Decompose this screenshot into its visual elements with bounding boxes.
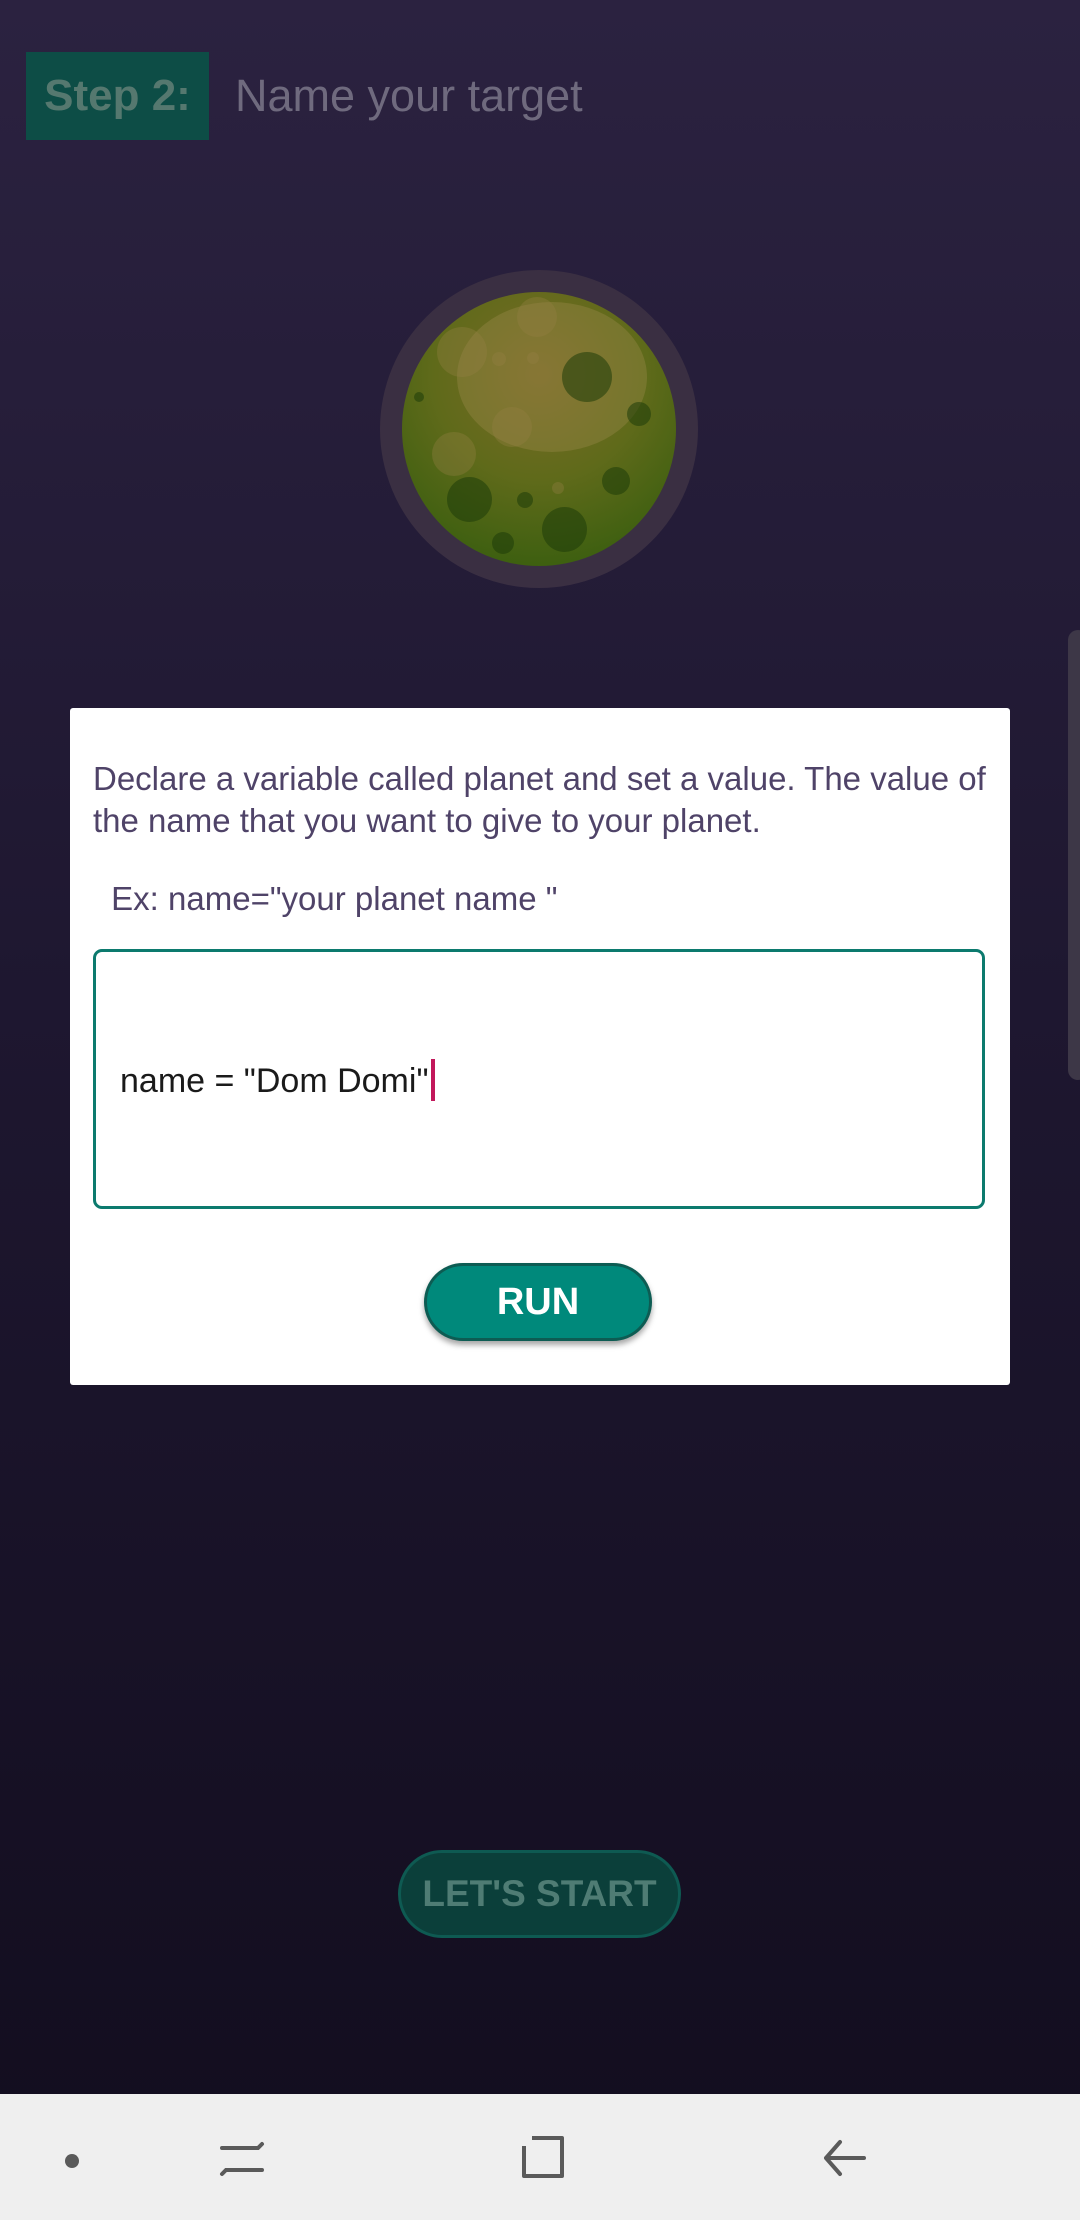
lets-start-button[interactable]: LET'S START	[398, 1850, 681, 1938]
run-button-label: RUN	[496, 1280, 580, 1323]
code-text: name = "Dom Domi"	[120, 1059, 435, 1104]
code-input[interactable]: name = "Dom Domi"	[93, 949, 985, 1209]
back-icon[interactable]	[822, 2134, 868, 2182]
planet-crater	[552, 482, 564, 494]
planet-crater	[542, 507, 587, 552]
recent-apps-icon[interactable]	[218, 2134, 266, 2184]
planet-crater	[447, 477, 492, 522]
planet-crater	[492, 532, 514, 554]
dialog-message: Declare a variable called planet and set…	[93, 760, 986, 839]
home-dot-icon[interactable]	[65, 2154, 79, 2168]
step-label: Step 2:	[44, 71, 191, 120]
text-caret	[430, 1059, 435, 1102]
planet-crater	[627, 402, 651, 426]
side-panel-handle[interactable]	[1068, 630, 1080, 1080]
planet-crater	[602, 467, 630, 495]
step-badge: Step 2:	[26, 52, 209, 140]
code-value: name = "Dom Domi"	[120, 1062, 429, 1100]
planet-crater	[492, 407, 532, 447]
run-button[interactable]: RUN	[424, 1263, 652, 1341]
code-dialog: Declare a variable called planet and set…	[70, 708, 1010, 1385]
planet-crater	[432, 432, 476, 476]
system-nav-bar	[0, 2094, 1080, 2220]
planet-crater	[492, 352, 506, 366]
planet-crater	[517, 297, 557, 337]
planet-crater	[414, 392, 424, 402]
planet-crater	[517, 492, 533, 508]
app-screen: Step 2: Name your target Declare a varia…	[0, 0, 1080, 2220]
dialog-example: Ex: name="your planet name "	[102, 880, 558, 917]
planet-crater	[437, 327, 487, 377]
page-title: Name your target	[235, 70, 583, 121]
planet-crater	[527, 352, 539, 364]
planet-crater	[562, 352, 612, 402]
overview-icon[interactable]	[520, 2134, 566, 2182]
planet-icon	[402, 292, 676, 566]
lets-start-label: LET'S START	[422, 1873, 657, 1914]
